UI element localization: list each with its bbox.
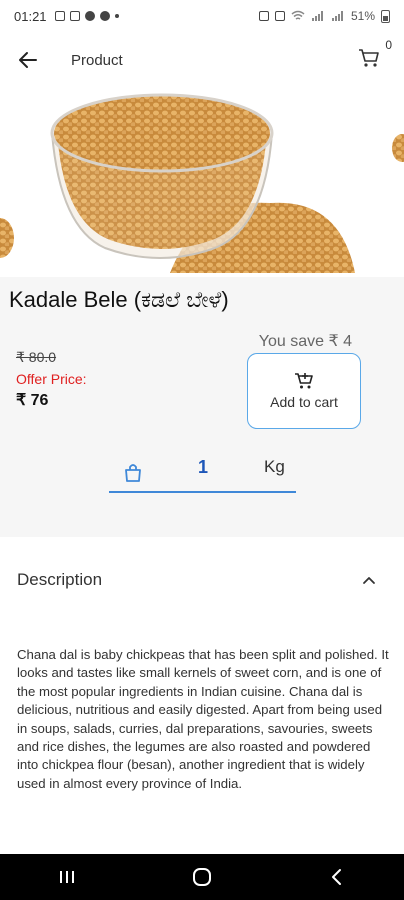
gallery-notification-icon — [54, 11, 65, 21]
savings-text: You save ₹ 4 — [258, 333, 352, 350]
add-cart-icon — [295, 373, 313, 389]
description-toggle[interactable]: Description — [0, 548, 404, 612]
product-details: Kadale Bele (ಕಡಲೆ ಬೇಳೆ) You save ₹ 4 ₹ 8… — [0, 277, 404, 537]
status-bar: 01:21 51% — [0, 0, 404, 32]
quantity-value[interactable]: 1 — [198, 457, 208, 478]
battery-icon — [381, 9, 390, 23]
battery-percent: 51% — [350, 9, 375, 23]
calendar-notification-icon — [69, 11, 80, 21]
status-time: 01:21 — [14, 8, 47, 24]
quantity-selector[interactable]: 1 Kg — [109, 453, 296, 493]
offer-price: ₹ 76 — [16, 392, 49, 409]
alarm-icon — [258, 11, 269, 21]
cart-count-badge: 0 — [385, 38, 392, 52]
product-image — [0, 78, 404, 278]
description-title: Description — [17, 570, 103, 589]
product-name: Kadale Bele (ಕಡಲೆ ಬೇಳೆ) — [9, 287, 229, 312]
mrp-price: ₹ 80.0 — [16, 349, 57, 365]
back-nav-button[interactable] — [307, 854, 367, 900]
home-button[interactable] — [172, 854, 232, 900]
cart-icon — [359, 49, 379, 67]
home-icon — [192, 868, 211, 886]
whatsapp-notification-icon — [99, 11, 110, 21]
add-to-cart-button[interactable]: Add to cart — [247, 353, 361, 429]
recents-icon — [60, 871, 75, 883]
back-nav-icon — [331, 869, 341, 885]
page-title: Product — [71, 51, 123, 69]
back-arrow-icon — [19, 52, 37, 68]
shopping-bag-icon — [125, 464, 141, 482]
chevron-up-icon — [363, 577, 375, 584]
recents-button[interactable] — [37, 854, 97, 900]
description-text: Chana dal is baby chickpeas that has bee… — [17, 647, 389, 791]
cart-button[interactable]: 0 — [358, 38, 392, 74]
signal-icon — [311, 11, 323, 21]
more-notifications-dot-icon — [114, 14, 119, 18]
wifi-icon — [291, 10, 305, 20]
app-notification-icon — [84, 11, 95, 21]
notification-icons — [54, 11, 119, 21]
vibrate-icon — [274, 11, 285, 21]
signal-2-icon — [331, 11, 343, 21]
quantity-unit: Kg — [264, 457, 285, 476]
system-nav-bar — [0, 854, 404, 900]
offer-price-label: Offer Price: — [16, 371, 87, 387]
add-to-cart-label: Add to cart — [270, 394, 338, 410]
